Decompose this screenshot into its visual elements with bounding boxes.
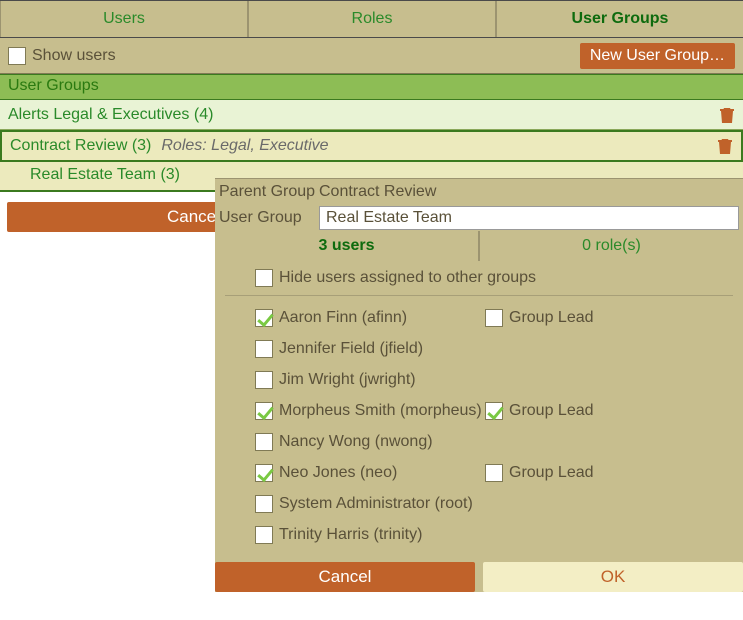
user-checkbox[interactable] bbox=[255, 495, 273, 513]
user-row: Nancy Wong (nwong) bbox=[215, 426, 743, 457]
user-name: Morpheus Smith (morpheus) bbox=[279, 402, 482, 420]
group-row[interactable]: Contract Review (3) Roles: Legal, Execut… bbox=[0, 130, 743, 162]
parent-group-value: Contract Review bbox=[319, 183, 436, 201]
show-users-label: Show users bbox=[32, 47, 116, 65]
group-roles: Roles: Legal, Executive bbox=[161, 137, 328, 155]
users-count-tab[interactable]: 3 users bbox=[215, 231, 478, 261]
user-group-label: User Group bbox=[219, 209, 319, 227]
user-name: Aaron Finn (afinn) bbox=[279, 309, 407, 327]
popup-ok-button[interactable]: OK bbox=[483, 562, 743, 592]
user-row: Aaron Finn (afinn) Group Lead bbox=[215, 302, 743, 333]
group-lead-label: Group Lead bbox=[509, 464, 594, 482]
user-checkbox[interactable] bbox=[255, 340, 273, 358]
user-checkbox[interactable] bbox=[255, 433, 273, 451]
trash-icon[interactable] bbox=[719, 106, 735, 124]
hide-users-checkbox[interactable] bbox=[255, 269, 273, 287]
trash-icon[interactable] bbox=[717, 137, 733, 155]
user-checkbox[interactable] bbox=[255, 402, 273, 420]
user-name: Trinity Harris (trinity) bbox=[279, 526, 422, 544]
section-header: User Groups bbox=[0, 74, 743, 100]
roles-count-tab[interactable]: 0 role(s) bbox=[478, 231, 743, 261]
group-lead-checkbox[interactable] bbox=[485, 309, 503, 327]
group-lead-label: Group Lead bbox=[509, 402, 594, 420]
group-lead-label: Group Lead bbox=[509, 309, 594, 327]
new-user-group-button[interactable]: New User Group… bbox=[580, 43, 735, 69]
user-name: System Administrator (root) bbox=[279, 495, 473, 513]
user-checkbox[interactable] bbox=[255, 309, 273, 327]
popup-summary: 3 users 0 role(s) bbox=[215, 231, 743, 261]
tab-users[interactable]: Users bbox=[0, 1, 247, 37]
tab-roles[interactable]: Roles bbox=[247, 1, 495, 37]
group-child-name: Real Estate Team (3) bbox=[30, 166, 180, 183]
group-lead-checkbox[interactable] bbox=[485, 402, 503, 420]
user-name: Neo Jones (neo) bbox=[279, 464, 397, 482]
parent-group-label: Parent Group bbox=[219, 183, 319, 201]
user-list: Aaron Finn (afinn) Group Lead Jennifer Fie… bbox=[215, 296, 743, 562]
user-row: Trinity Harris (trinity) bbox=[215, 519, 743, 550]
group-lead-checkbox[interactable] bbox=[485, 464, 503, 482]
user-row: Jim Wright (jwright) bbox=[215, 364, 743, 395]
edit-group-popup: Parent Group Contract Review User Group … bbox=[215, 178, 743, 592]
tab-bar: Users Roles User Groups bbox=[0, 0, 743, 38]
user-name: Jim Wright (jwright) bbox=[279, 371, 416, 389]
hide-users-label: Hide users assigned to other groups bbox=[279, 269, 536, 287]
user-row: System Administrator (root) bbox=[215, 488, 743, 519]
user-row: Morpheus Smith (morpheus) Group Lead bbox=[215, 395, 743, 426]
user-row: Jennifer Field (jfield) bbox=[215, 333, 743, 364]
group-name: Alerts Legal & Executives (4) bbox=[8, 106, 213, 124]
user-checkbox[interactable] bbox=[255, 526, 273, 544]
group-name: Contract Review (3) bbox=[10, 137, 151, 155]
user-checkbox[interactable] bbox=[255, 464, 273, 482]
tab-user-groups[interactable]: User Groups bbox=[495, 1, 743, 37]
user-name: Jennifer Field (jfield) bbox=[279, 340, 423, 358]
user-checkbox[interactable] bbox=[255, 371, 273, 389]
show-users-checkbox[interactable] bbox=[8, 47, 26, 65]
group-row[interactable]: Alerts Legal & Executives (4) bbox=[0, 100, 743, 130]
user-row: Neo Jones (neo) Group Lead bbox=[215, 457, 743, 488]
user-name: Nancy Wong (nwong) bbox=[279, 433, 433, 451]
cancel-bar-label: Cancel bbox=[167, 207, 220, 227]
popup-cancel-button[interactable]: Cancel bbox=[215, 562, 475, 592]
toolbar: Show users New User Group… bbox=[0, 38, 743, 74]
user-group-input[interactable] bbox=[319, 206, 739, 230]
